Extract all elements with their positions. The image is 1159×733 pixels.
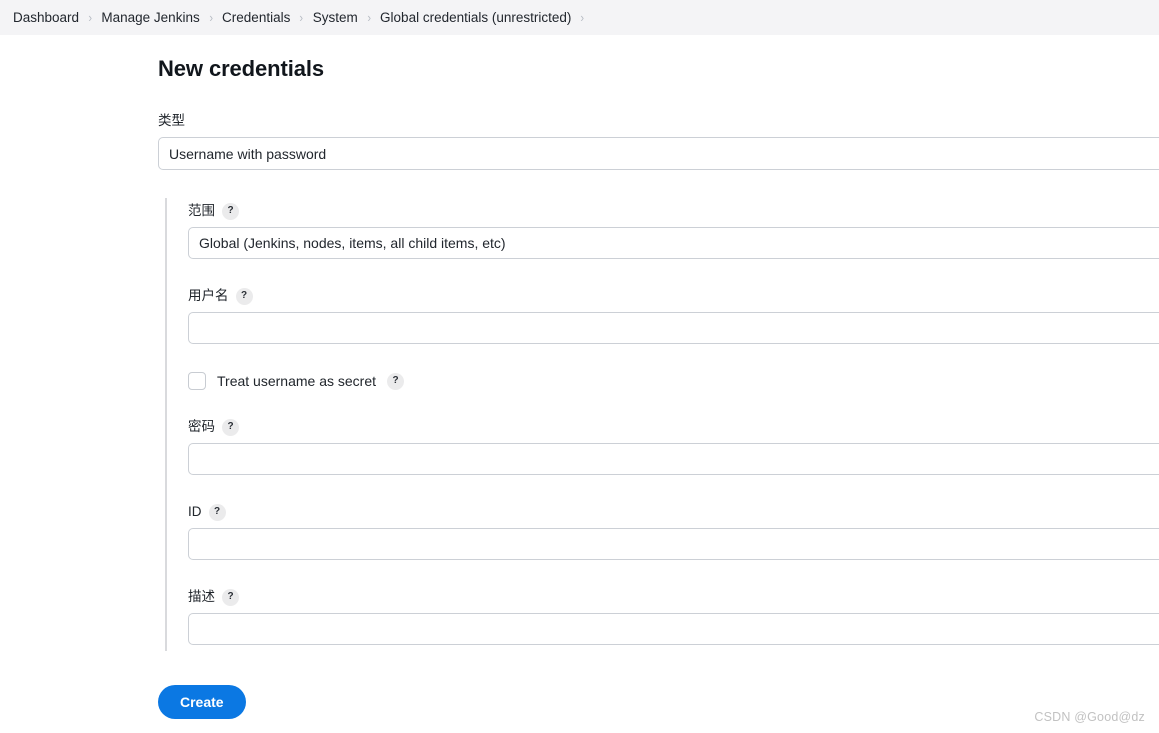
- scope-select[interactable]: [188, 227, 1159, 259]
- scope-label: 范围: [188, 203, 215, 218]
- username-label-row: 用户名 ?: [188, 287, 1159, 305]
- field-password: 密码 ?: [188, 418, 1159, 475]
- chevron-right-icon: ›: [367, 9, 371, 25]
- help-icon[interactable]: ?: [222, 418, 239, 436]
- breadcrumb-item-dashboard[interactable]: Dashboard: [6, 10, 86, 26]
- treat-username-as-secret-row[interactable]: Treat username as secret ?: [188, 372, 1159, 390]
- credentials-form-page: New credentials 类型 范围 ? 用户名 ? Tr: [0, 35, 1159, 719]
- description-label-row: 描述 ?: [188, 588, 1159, 606]
- chevron-right-icon: ›: [580, 9, 585, 25]
- help-icon[interactable]: ?: [208, 503, 226, 521]
- credential-details-section: 范围 ? 用户名 ? Treat username as secret ? 密码…: [165, 198, 1159, 651]
- kind-label: 类型: [158, 113, 185, 128]
- id-input[interactable]: [188, 528, 1159, 560]
- help-icon[interactable]: ?: [222, 588, 239, 606]
- scope-label-row: 范围 ?: [188, 202, 1159, 220]
- kind-select[interactable]: [158, 137, 1159, 170]
- form-actions: Create: [158, 685, 1159, 719]
- kind-label-row: 类型: [158, 112, 1159, 130]
- id-label: ID: [188, 504, 202, 519]
- breadcrumb-item-credentials[interactable]: Credentials: [215, 10, 297, 26]
- create-button[interactable]: Create: [158, 685, 246, 719]
- chevron-right-icon: ›: [299, 9, 304, 25]
- chevron-right-icon: ›: [88, 9, 93, 25]
- treat-username-as-secret-checkbox[interactable]: [188, 372, 206, 390]
- password-label: 密码: [188, 419, 215, 434]
- help-icon[interactable]: ?: [235, 287, 253, 305]
- field-id: ID ?: [188, 503, 1159, 560]
- username-input[interactable]: [188, 312, 1159, 344]
- field-scope: 范围 ?: [188, 202, 1159, 259]
- chevron-right-icon: ›: [209, 9, 213, 25]
- watermark: CSDN @Good@dz: [1034, 710, 1145, 724]
- field-username: 用户名 ?: [188, 287, 1159, 344]
- id-label-row: ID ?: [188, 503, 1159, 521]
- password-label-row: 密码 ?: [188, 418, 1159, 436]
- treat-username-as-secret-label: Treat username as secret: [217, 373, 376, 389]
- username-label: 用户名: [188, 288, 229, 303]
- breadcrumb-item-global-credentials[interactable]: Global credentials (unrestricted): [373, 10, 578, 26]
- field-kind: 类型: [158, 112, 1159, 170]
- help-icon[interactable]: ?: [387, 372, 404, 390]
- description-label: 描述: [188, 589, 215, 604]
- field-description: 描述 ?: [188, 588, 1159, 645]
- description-input[interactable]: [188, 613, 1159, 645]
- breadcrumb-item-manage-jenkins[interactable]: Manage Jenkins: [94, 10, 206, 26]
- help-icon[interactable]: ?: [222, 202, 239, 220]
- breadcrumb: Dashboard › Manage Jenkins › Credentials…: [0, 0, 1159, 35]
- password-input[interactable]: [188, 443, 1159, 475]
- page-title: New credentials: [158, 56, 325, 81]
- breadcrumb-item-system[interactable]: System: [306, 10, 365, 26]
